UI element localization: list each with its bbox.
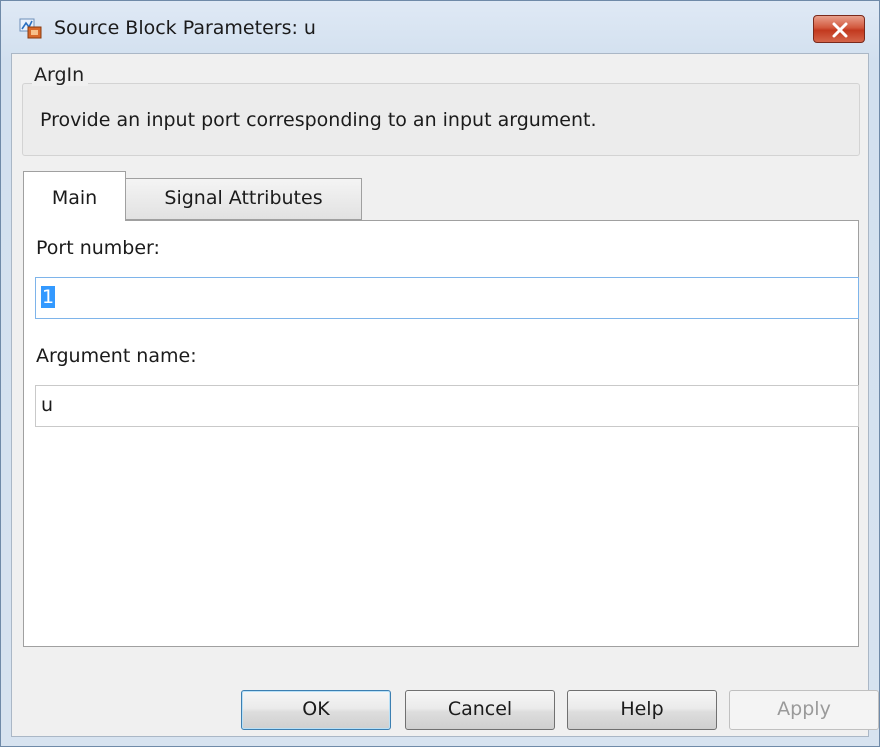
ok-button[interactable]: OK	[241, 690, 391, 730]
block-description-group: Provide an input port corresponding to a…	[22, 83, 860, 156]
port-number-value: 1	[41, 286, 56, 308]
apply-button: Apply	[729, 690, 879, 730]
title-bar[interactable]: Source Block Parameters: u	[1, 1, 879, 53]
cancel-button[interactable]: Cancel	[405, 690, 555, 730]
window-title: Source Block Parameters: u	[54, 17, 316, 39]
tab-signal-attributes[interactable]: Signal Attributes	[126, 178, 362, 220]
argument-name-label: Argument name:	[36, 345, 197, 367]
tab-main[interactable]: Main	[23, 171, 126, 221]
close-button[interactable]	[813, 15, 865, 43]
argument-name-value: u	[41, 394, 54, 416]
block-type-title: ArgIn	[32, 64, 89, 86]
tab-bar: Main Signal Attributes	[23, 171, 623, 221]
simulink-block-icon	[19, 18, 43, 40]
tab-panel-main: Port number: 1 Argument name: u	[23, 220, 859, 647]
block-description-text: Provide an input port corresponding to a…	[40, 109, 597, 131]
dialog-body: Provide an input port corresponding to a…	[11, 53, 879, 737]
port-number-label: Port number:	[36, 237, 160, 259]
dialog-window: Source Block Parameters: u Provide an in…	[0, 0, 880, 747]
help-button[interactable]: Help	[567, 690, 717, 730]
port-number-input[interactable]: 1	[35, 277, 859, 319]
argument-name-input[interactable]: u	[35, 385, 859, 427]
close-icon	[832, 22, 848, 38]
